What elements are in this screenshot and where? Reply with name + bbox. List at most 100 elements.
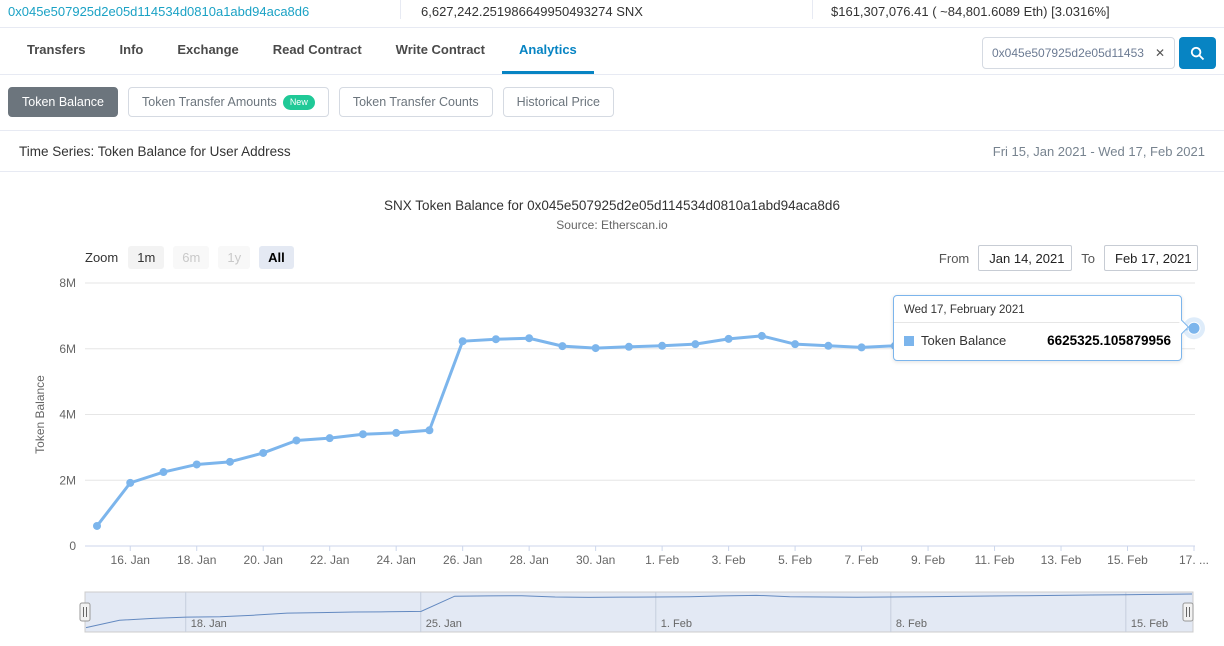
zoom-6m-button: 6m <box>173 246 210 269</box>
tab-read-contract[interactable]: Read Contract <box>256 28 379 74</box>
from-label: From <box>938 250 970 266</box>
x-tick-label: 28. Jan <box>509 553 548 567</box>
date-range-controls: From To <box>939 245 1198 271</box>
data-point <box>392 428 401 437</box>
subtab-label: Token Transfer Amounts <box>142 95 277 109</box>
x-tick-label: 24. Jan <box>376 553 415 567</box>
data-point <box>824 341 833 350</box>
data-point <box>126 478 135 487</box>
data-point <box>791 340 800 349</box>
data-point <box>159 468 168 477</box>
navigator-label: 15. Feb <box>1131 618 1168 630</box>
x-tick-label: 11. Feb <box>975 553 1015 567</box>
data-point <box>93 521 101 530</box>
tab-info[interactable]: Info <box>103 28 161 74</box>
x-tick-label: 13. Feb <box>1041 553 1082 567</box>
tab-write-contract[interactable]: Write Contract <box>379 28 502 74</box>
navigator-label: 18. Jan <box>191 618 227 630</box>
analytics-subtabs: Token Balance Token Transfer Amounts New… <box>8 87 614 117</box>
to-label: To <box>1081 250 1095 266</box>
data-point <box>525 334 534 343</box>
y-tick-label: 6M <box>59 342 76 356</box>
data-point <box>491 335 500 344</box>
tab-analytics[interactable]: Analytics <box>501 28 594 74</box>
x-tick-label: 22. Jan <box>310 553 349 567</box>
new-badge: New <box>282 94 315 110</box>
tooltip-row: Token Balance 6625325.105879956 <box>894 323 1181 360</box>
navigator-label: 25. Jan <box>426 618 462 630</box>
x-tick-label: 1. Feb <box>645 553 679 567</box>
chart-subtitle: Source: Etherscan.io <box>556 218 668 232</box>
search-button[interactable] <box>1179 37 1216 69</box>
data-point <box>225 457 234 466</box>
x-tick-label: 9. Feb <box>911 553 945 567</box>
zoom-label: Zoom <box>85 250 119 265</box>
tooltip-date: Wed 17, February 2021 <box>894 296 1181 323</box>
x-tick-label: 15. Feb <box>1107 553 1148 567</box>
panel-date-range: Fri 15, Jan 2021 - Wed 17, Feb 2021 <box>992 143 1205 159</box>
subtab-historical-price[interactable]: Historical Price <box>502 87 614 117</box>
data-point <box>458 337 467 346</box>
tab-transfers[interactable]: Transfers <box>10 28 103 74</box>
data-point <box>857 343 866 352</box>
x-tick-label: 17. ... <box>1179 553 1209 567</box>
data-point <box>325 434 334 443</box>
x-tick-label: 20. Jan <box>244 553 283 567</box>
search-icon <box>1190 46 1205 61</box>
etherscan-analytics-page: 0x045e507925d2e05d114534d0810a1abd94aca8… <box>0 0 1224 646</box>
token-summary-bar: 0x045e507925d2e05d114534d0810a1abd94aca8… <box>0 0 1224 28</box>
y-tick-label: 8M <box>59 276 76 290</box>
navigator-handle-left[interactable] <box>79 602 91 622</box>
chart-title: SNX Token Balance for 0x045e507925d2e05d… <box>384 198 840 213</box>
search-input[interactable] <box>983 46 1146 60</box>
x-tick-label: 5. Feb <box>778 553 812 567</box>
data-point <box>658 341 667 350</box>
chart-tooltip: Wed 17, February 2021 Token Balance 6625… <box>893 295 1190 361</box>
clear-search-icon[interactable]: ✕ <box>1146 46 1174 60</box>
chart-navigator[interactable]: 18. Jan 25. Jan 1. Feb 8. Feb 15. Feb <box>0 588 1224 642</box>
navigator-label: 1. Feb <box>661 618 692 630</box>
y-tick-label: 4M <box>59 408 76 422</box>
x-tick-label: 18. Jan <box>177 553 216 567</box>
data-point <box>691 340 700 349</box>
tab-exchange[interactable]: Exchange <box>160 28 255 74</box>
to-date-input[interactable] <box>1104 245 1198 271</box>
zoom-all-button[interactable]: All <box>259 246 294 269</box>
topbar-address-cell: 0x045e507925d2e05d114534d0810a1abd94aca8… <box>0 0 400 19</box>
x-tick-label: 30. Jan <box>576 553 615 567</box>
zoom-1y-button: 1y <box>218 246 251 269</box>
tooltip-series-name: Token Balance <box>921 333 1007 348</box>
y-axis-title: Token Balance <box>33 375 47 454</box>
data-point <box>425 426 434 435</box>
x-tick-label: 26. Jan <box>443 553 482 567</box>
address-link[interactable]: 0x045e507925d2e05d114534d0810a1abd94aca8… <box>8 4 309 19</box>
search-group: ✕ <box>982 37 1216 69</box>
subtab-token-transfer-amounts[interactable]: Token Transfer Amounts New <box>128 87 329 117</box>
zoom-controls: Zoom 1m 6m 1y All <box>85 246 294 269</box>
from-date-input[interactable] <box>978 245 1073 271</box>
panel-title: Time Series: Token Balance for User Addr… <box>19 143 291 159</box>
navigator-track[interactable] <box>84 591 1194 633</box>
data-point <box>591 344 600 353</box>
series-swatch <box>904 335 914 346</box>
y-tick-label: 2M <box>59 473 76 487</box>
tooltip-value: 6625325.105879956 <box>1047 333 1171 348</box>
data-point <box>259 448 268 457</box>
y-tick-label: 0 <box>69 539 76 553</box>
data-point <box>192 460 201 469</box>
data-point <box>624 342 633 351</box>
x-tick-label: 3. Feb <box>712 553 746 567</box>
data-point <box>724 334 733 343</box>
subtab-token-balance[interactable]: Token Balance <box>8 87 119 117</box>
token-amount: 6,627,242.251986649950493274 SNX <box>400 0 812 19</box>
hover-point <box>1187 321 1201 335</box>
search-box: ✕ <box>982 37 1175 69</box>
subtab-token-transfer-counts[interactable]: Token Transfer Counts <box>338 87 493 117</box>
x-tick-label: 7. Feb <box>845 553 879 567</box>
usd-value: $161,307,076.41 ( ~84,801.6089 Eth) [3.0… <box>812 0 1224 19</box>
data-point <box>358 430 367 439</box>
zoom-1m-button[interactable]: 1m <box>128 246 165 269</box>
navigator-label: 8. Feb <box>896 618 927 630</box>
data-point <box>757 331 766 340</box>
navigator-handle-right[interactable] <box>1182 602 1194 622</box>
